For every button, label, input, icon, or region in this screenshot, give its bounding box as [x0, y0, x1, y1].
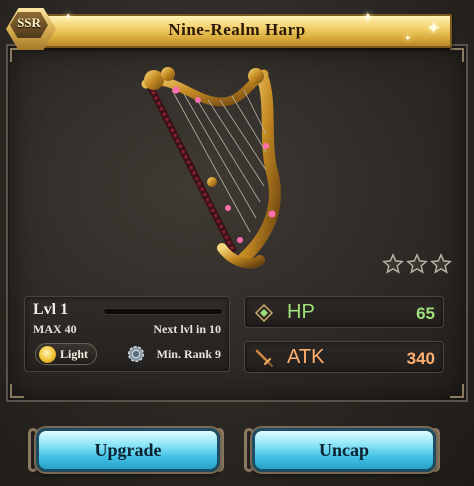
- level-label: Lvl 1: [33, 301, 69, 318]
- min-rank: Min. Rank 9: [156, 347, 221, 361]
- hp-label: HP: [287, 301, 315, 323]
- element-label: Light: [60, 346, 89, 361]
- sparkle-icon: ✦: [64, 12, 73, 23]
- star-outline-icon: [430, 253, 452, 274]
- next-level-info: Next lvl in 10: [153, 322, 221, 336]
- panel-corner-ornament: [450, 384, 464, 398]
- panel-corner-ornament: [450, 48, 464, 62]
- atk-sword-icon: [255, 349, 273, 367]
- harp-weapon-art: [141, 67, 281, 269]
- rarity-label: SSR: [17, 15, 41, 30]
- star-rating: [382, 253, 452, 275]
- hp-value: 65: [416, 304, 435, 323]
- gear-icon[interactable]: [125, 343, 147, 365]
- level-panel: Lvl 1 MAX 40 Next lvl in 10 Light Min. R…: [24, 296, 230, 372]
- title-banner: Nine-Realm Harp ✦ ✦ ✦ ✦: [22, 10, 452, 48]
- upgrade-button[interactable]: Upgrade: [36, 428, 220, 472]
- atk-label: ATK: [287, 346, 325, 368]
- element-badge[interactable]: Light: [35, 343, 98, 365]
- atk-stat-row: ATK 340: [244, 341, 444, 373]
- uncap-button[interactable]: Uncap: [252, 428, 436, 472]
- panel-corner-ornament: [10, 48, 24, 62]
- weapon-name: Nine-Realm Harp: [168, 20, 306, 39]
- sparkle-icon: ✦: [426, 18, 442, 39]
- exp-progress-bar: [103, 308, 223, 315]
- max-level: MAX 40: [33, 322, 77, 336]
- sparkle-icon: ✦: [404, 34, 412, 44]
- hp-stat-row: HP 65: [244, 296, 444, 328]
- sparkle-icon: ✦: [362, 10, 374, 26]
- light-element-icon: [39, 346, 56, 363]
- star-outline-icon: [406, 253, 428, 274]
- hp-diamond-icon: [255, 304, 273, 322]
- star-outline-icon: [382, 253, 404, 274]
- panel-corner-ornament: [10, 384, 24, 398]
- weapon-detail-screen: Nine-Realm Harp ✦ ✦ ✦ ✦ SSR Lvl 1 MAX 40…: [0, 0, 474, 486]
- atk-value: 340: [406, 349, 435, 368]
